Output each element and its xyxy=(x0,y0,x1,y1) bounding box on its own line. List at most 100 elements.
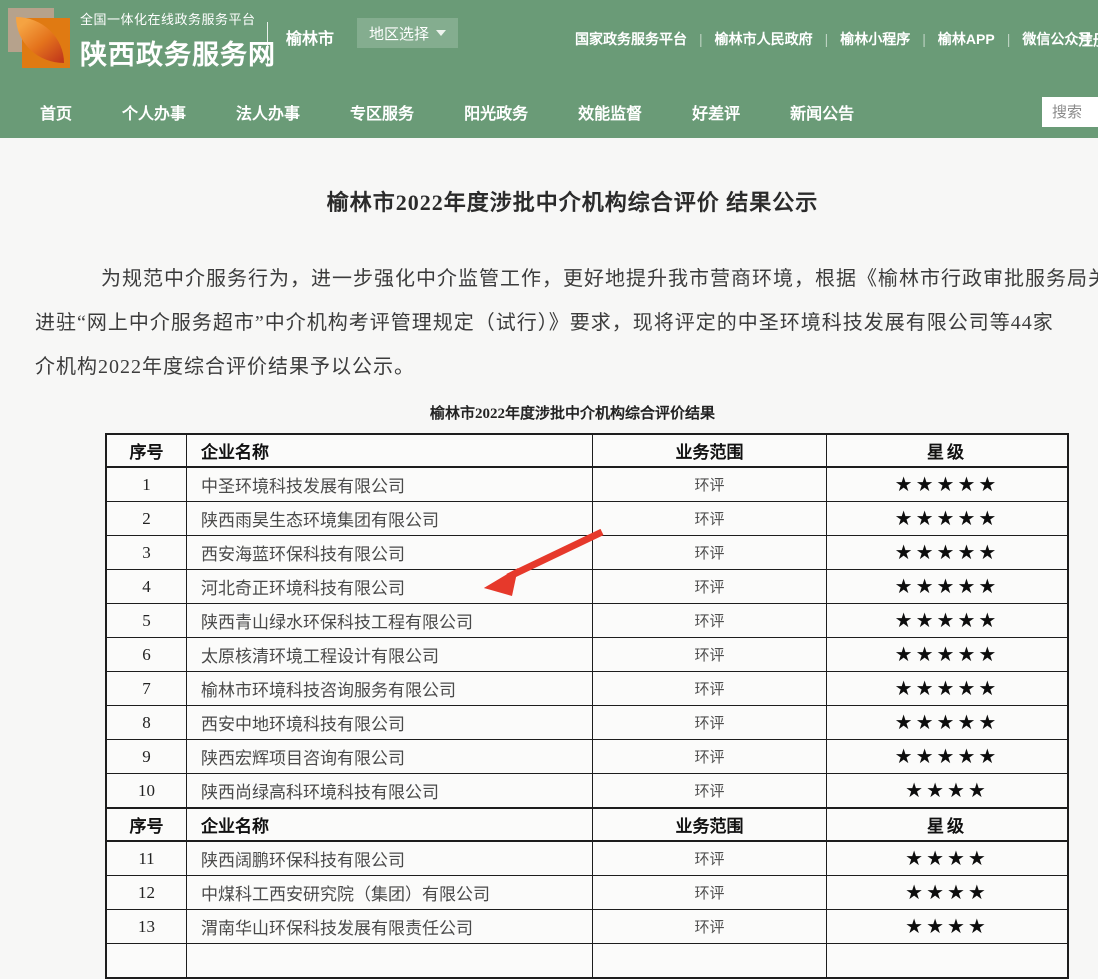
nav-item-6[interactable]: 好差评 xyxy=(692,100,740,124)
star-rating: ★★★★★ xyxy=(827,467,1069,502)
col-header-stars: 星级 xyxy=(827,808,1069,841)
paragraph-line-1: 为规范中介服务行为，进一步强化中介监管工作，更好地提升我市营商环境，根据《榆林市… xyxy=(0,257,1098,301)
evaluation-results-table: 序号企业名称业务范围星级1中圣环境科技发展有限公司环评★★★★★2陕西雨昊生态环… xyxy=(105,433,1069,979)
main-nav: 首页 个人办事 法人办事 专区服务 阳光政务 效能监督 好差评 新闻公告 xyxy=(0,86,1098,138)
business-scope: 环评 xyxy=(593,604,827,638)
empty-cell xyxy=(106,944,187,979)
company-name: 中煤科工西安研究院（集团）有限公司 xyxy=(187,876,593,910)
company-name: 陕西阔鹏环保科技有限公司 xyxy=(187,841,593,876)
announcement-paragraph: 为规范中介服务行为，进一步强化中介监管工作，更好地提升我市营商环境，根据《榆林市… xyxy=(0,257,1098,389)
star-rating: ★★★★★ xyxy=(827,502,1069,536)
header-link-0[interactable]: 国家政务服务平台 xyxy=(575,29,687,49)
business-scope: 环评 xyxy=(593,536,827,570)
brand-divider xyxy=(267,22,268,66)
table-row: 9陕西宏辉项目咨询有限公司环评★★★★★ xyxy=(106,740,1068,774)
site-title: 陕西政务服务网 xyxy=(80,33,276,72)
header-link-2[interactable]: 榆林小程序 xyxy=(840,29,910,49)
region-select-button[interactable]: 地区选择 xyxy=(357,18,458,48)
platform-tagline: 全国一体化在线政务服务平台 xyxy=(80,9,276,28)
star-rating: ★★★★★ xyxy=(827,536,1069,570)
table-row: 7榆林市环境科技咨询服务有限公司环评★★★★★ xyxy=(106,672,1068,706)
table-row: 11陕西阔鹏环保科技有限公司环评★★★★ xyxy=(106,841,1068,876)
link-separator: | xyxy=(699,31,703,47)
table-header-row: 序号企业名称业务范围星级 xyxy=(106,808,1068,841)
table-row: 13渭南华山环保科技发展有限责任公司环评★★★★ xyxy=(106,910,1068,944)
row-number: 6 xyxy=(106,638,187,672)
row-number: 10 xyxy=(106,774,187,809)
col-header-no: 序号 xyxy=(106,808,187,841)
table-row: 2陕西雨昊生态环境集团有限公司环评★★★★★ xyxy=(106,502,1068,536)
search-input[interactable] xyxy=(1042,97,1098,127)
article-content: 榆林市2022年度涉批中介机构综合评价 结果公示 为规范中介服务行为，进一步强化… xyxy=(0,138,1098,423)
table-caption: 榆林市2022年度涉批中介机构综合评价结果 xyxy=(0,402,1098,423)
header-link-1[interactable]: 榆林市人民政府 xyxy=(715,29,813,49)
col-header-no: 序号 xyxy=(106,434,187,467)
nav-item-2[interactable]: 法人办事 xyxy=(236,100,300,124)
table-row: 8西安中地环境科技有限公司环评★★★★★ xyxy=(106,706,1068,740)
star-rating: ★★★★★ xyxy=(827,570,1069,604)
company-name: 陕西青山绿水环保科技工程有限公司 xyxy=(187,604,593,638)
row-number: 5 xyxy=(106,604,187,638)
nav-item-5[interactable]: 效能监督 xyxy=(578,100,642,124)
star-rating: ★★★★★ xyxy=(827,740,1069,774)
star-rating: ★★★★★ xyxy=(827,638,1069,672)
table-row: 4河北奇正环境科技有限公司环评★★★★★ xyxy=(106,570,1068,604)
nav-item-1[interactable]: 个人办事 xyxy=(122,100,186,124)
star-rating: ★★★★ xyxy=(827,876,1069,910)
paragraph-line-3: 介机构2022年度综合评价结果予以公示。 xyxy=(0,345,1098,389)
link-separator: | xyxy=(1007,31,1011,47)
business-scope: 环评 xyxy=(593,706,827,740)
header-link-3[interactable]: 榆林APP xyxy=(938,29,995,49)
table-row: 10陕西尚绿高科环境科技有限公司环评★★★★ xyxy=(106,774,1068,809)
company-name: 太原核清环境工程设计有限公司 xyxy=(187,638,593,672)
nav-item-4[interactable]: 阳光政务 xyxy=(464,100,528,124)
row-number: 3 xyxy=(106,536,187,570)
empty-cell xyxy=(827,944,1069,979)
company-name: 榆林市环境科技咨询服务有限公司 xyxy=(187,672,593,706)
table-row-partial xyxy=(106,944,1068,979)
business-scope: 环评 xyxy=(593,774,827,809)
business-scope: 环评 xyxy=(593,841,827,876)
header-links: 国家政务服务平台|榆林市人民政府|榆林小程序|榆林APP|微信公众号 xyxy=(575,29,1092,49)
star-rating: ★★★★★ xyxy=(827,604,1069,638)
link-separator: | xyxy=(825,31,829,47)
company-name: 陕西雨昊生态环境集团有限公司 xyxy=(187,502,593,536)
region-select-label: 地区选择 xyxy=(369,23,429,44)
table-row: 3西安海蓝环保科技有限公司环评★★★★★ xyxy=(106,536,1068,570)
company-name: 西安中地环境科技有限公司 xyxy=(187,706,593,740)
business-scope: 环评 xyxy=(593,910,827,944)
empty-cell xyxy=(593,944,827,979)
company-name: 中圣环境科技发展有限公司 xyxy=(187,467,593,502)
business-scope: 环评 xyxy=(593,502,827,536)
table-row: 12中煤科工西安研究院（集团）有限公司环评★★★★ xyxy=(106,876,1068,910)
chevron-down-icon xyxy=(436,30,446,36)
table-header-row: 序号企业名称业务范围星级 xyxy=(106,434,1068,467)
col-header-company: 企业名称 xyxy=(187,808,593,841)
site-logo-icon xyxy=(8,5,74,71)
row-number: 12 xyxy=(106,876,187,910)
company-name: 陕西宏辉项目咨询有限公司 xyxy=(187,740,593,774)
company-name: 河北奇正环境科技有限公司 xyxy=(187,570,593,604)
page-title: 榆林市2022年度涉批中介机构综合评价 结果公示 xyxy=(0,185,1098,217)
col-header-company: 企业名称 xyxy=(187,434,593,467)
business-scope: 环评 xyxy=(593,638,827,672)
row-number: 2 xyxy=(106,502,187,536)
row-number: 7 xyxy=(106,672,187,706)
table-row: 1中圣环境科技发展有限公司环评★★★★★ xyxy=(106,467,1068,502)
business-scope: 环评 xyxy=(593,570,827,604)
col-header-stars: 星级 xyxy=(827,434,1069,467)
empty-cell xyxy=(187,944,593,979)
register-link[interactable]: 注册 xyxy=(1078,29,1098,50)
brand-block: 全国一体化在线政务服务平台 陕西政务服务网 xyxy=(80,9,276,72)
star-rating: ★★★★ xyxy=(827,841,1069,876)
company-name: 陕西尚绿高科环境科技有限公司 xyxy=(187,774,593,809)
company-name: 西安海蓝环保科技有限公司 xyxy=(187,536,593,570)
row-number: 4 xyxy=(106,570,187,604)
col-header-scope: 业务范围 xyxy=(593,808,827,841)
nav-item-7[interactable]: 新闻公告 xyxy=(790,100,854,124)
star-rating: ★★★★★ xyxy=(827,672,1069,706)
link-separator: | xyxy=(922,31,926,47)
nav-item-3[interactable]: 专区服务 xyxy=(350,100,414,124)
nav-item-0[interactable]: 首页 xyxy=(40,100,72,124)
row-number: 9 xyxy=(106,740,187,774)
